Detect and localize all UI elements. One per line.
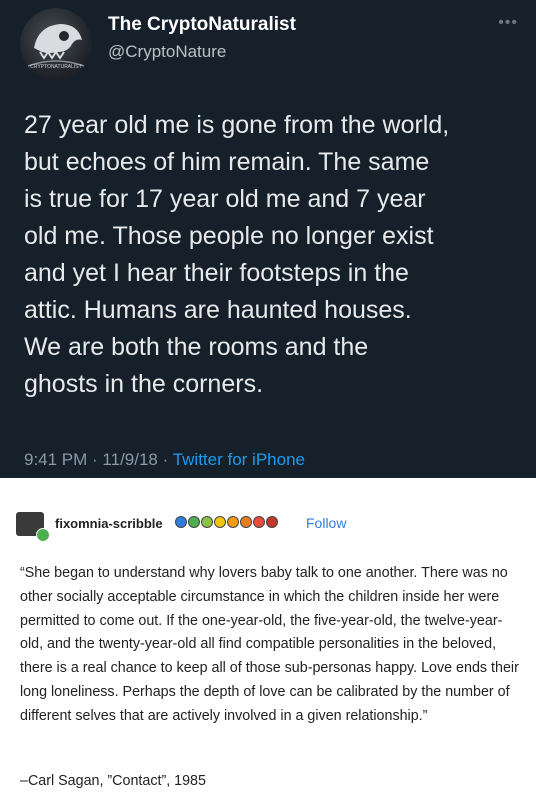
quote-text: “She began to understand why lovers baby… [20,565,519,724]
post-avatar[interactable] [16,512,50,542]
display-name[interactable]: The CryptoNaturalist [108,14,296,36]
badge-icon [201,516,213,528]
ellipsis-icon[interactable]: ••• [498,14,518,32]
tweet-meta: 9:41 PM · 11/9/18 · Twitter for iPhone [24,450,305,470]
avatar-wordmark: CRYPTONATURALIST [30,64,81,70]
online-status-icon [36,528,50,542]
tweet-avatar[interactable]: CRYPTONATURALIST [20,8,92,80]
tweet-date[interactable]: 11/9/18 [102,450,157,469]
skull-logo-icon: CRYPTONATURALIST [27,24,85,70]
tweet-text: 27 year old me is gone from the world, b… [24,111,450,398]
quote-attribution: –Carl Sagan, ”Contact”, 1985 [20,773,206,789]
post-username[interactable]: fixomnia-scribble [55,516,163,531]
badge-icon [188,516,200,528]
badge-row [175,516,278,528]
user-handle[interactable]: @CryptoNature [108,42,226,62]
badge-icon [175,516,187,528]
follow-button[interactable]: Follow [306,515,346,531]
badge-icon [214,516,226,528]
meta-separator: · [157,450,173,469]
tweet-time[interactable]: 9:41 PM [24,450,87,469]
meta-separator: · [87,450,103,469]
tweet-source-link[interactable]: Twitter for iPhone [173,450,305,469]
badge-icon [253,516,265,528]
badge-icon [227,516,239,528]
tweet-card: CRYPTONATURALIST The CryptoNaturalist @C… [0,0,536,478]
badge-icon [266,516,278,528]
badge-icon [240,516,252,528]
